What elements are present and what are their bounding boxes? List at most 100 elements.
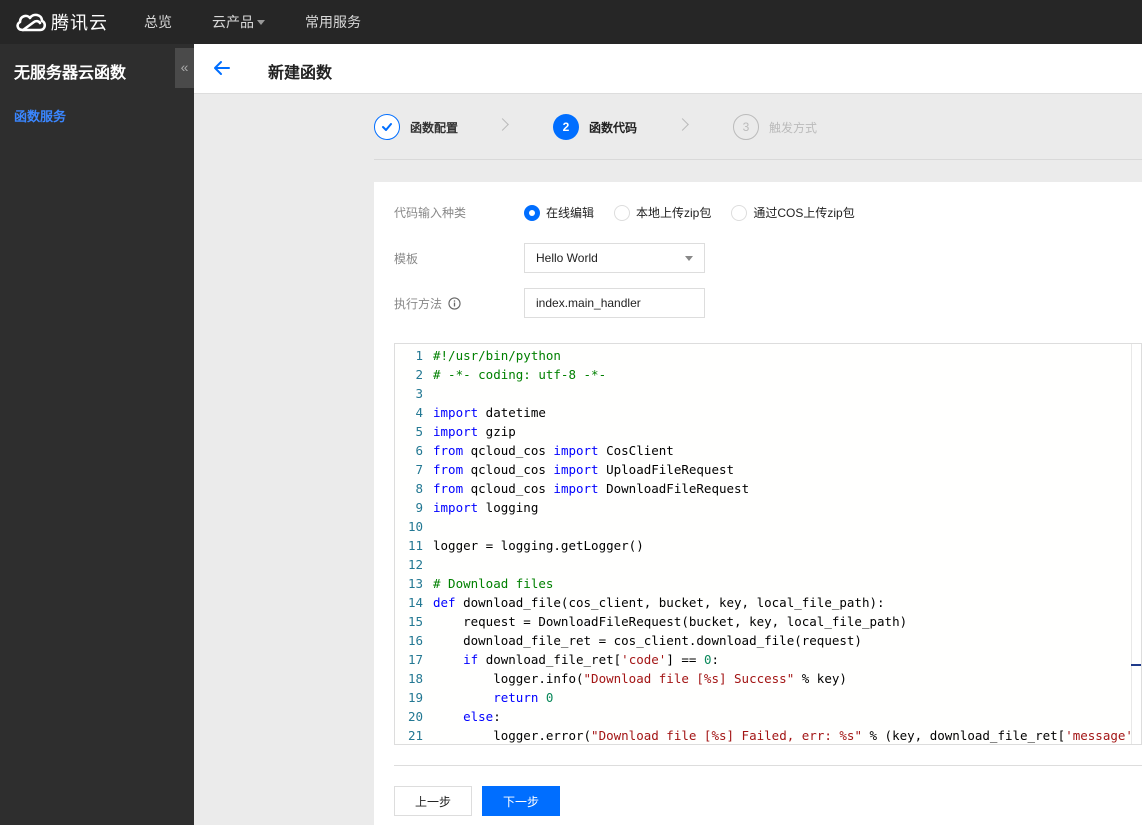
- code-line[interactable]: 15 request = DownloadFileRequest(bucket,…: [395, 612, 1135, 631]
- code-line[interactable]: 3: [395, 384, 1135, 403]
- editor-overview-ruler[interactable]: [1131, 344, 1141, 744]
- chevron-right-icon: [676, 118, 689, 131]
- caret-down-icon: [685, 255, 693, 261]
- code-line[interactable]: 9 import logging: [395, 498, 1135, 517]
- code-lines: 1 #!/usr/bin/python 2 # -*- coding: utf-8 -…: [395, 346, 1141, 744]
- nav-overview[interactable]: 总览: [144, 0, 172, 44]
- step-function-code[interactable]: 2 函数代码: [553, 114, 637, 140]
- code-token: download_file_ret = cos_client.download_…: [433, 633, 862, 648]
- code-token: "Download file [%s] Success": [583, 671, 795, 686]
- arrow-left-icon[interactable]: [212, 58, 232, 78]
- code-token: from: [433, 462, 464, 477]
- code-token: logger.error(: [433, 728, 592, 743]
- code-line[interactable]: 20 else:: [395, 707, 1135, 726]
- radio-unchecked-icon: [614, 204, 631, 221]
- code-line[interactable]: 10: [395, 517, 1135, 536]
- radio-label: 本地上传zip包: [636, 206, 712, 220]
- step-indicator: 函数配置 2 函数代码 3 触发方式: [374, 112, 1142, 160]
- step-function-config[interactable]: 函数配置: [374, 114, 458, 140]
- line-number: 14: [407, 595, 423, 610]
- code-token: :: [711, 652, 720, 667]
- nav-overview-label: 总览: [144, 14, 172, 30]
- code-line[interactable]: 19 return 0: [395, 688, 1135, 707]
- code-token: import: [433, 405, 479, 420]
- sidebar-item-function-service[interactable]: 函数服务: [14, 106, 66, 125]
- caret-down-icon: [257, 20, 265, 25]
- code-token: import: [433, 424, 479, 439]
- code-line[interactable]: 6 from qcloud_cos import CosClient: [395, 441, 1135, 460]
- line-number: 4: [415, 405, 423, 420]
- step-trigger-method[interactable]: 3 触发方式: [733, 114, 817, 140]
- code-token: qcloud_cos: [463, 443, 554, 458]
- code-token: gzip: [478, 424, 516, 439]
- code-line[interactable]: 2 # -*- coding: utf-8 -*-: [395, 365, 1135, 384]
- template-select[interactable]: Hello World: [524, 243, 705, 273]
- code-line[interactable]: 12: [395, 555, 1135, 574]
- tencent-cloud-logo[interactable]: 腾讯云: [14, 9, 130, 35]
- code-token: UploadFileRequest: [598, 462, 735, 477]
- code-text: request = DownloadFileRequest(bucket, ke…: [433, 612, 907, 631]
- top-nav: 总览 云产品 常用服务: [130, 0, 361, 44]
- radio-local-zip-upload[interactable]: 本地上传zip包: [614, 204, 711, 221]
- line-number: 18: [407, 671, 423, 686]
- code-text: logger.error("Download file [%s] Failed,…: [433, 726, 1141, 744]
- code-line[interactable]: 14 def download_file(cos_client, bucket, …: [395, 593, 1135, 612]
- radio-online-edit[interactable]: 在线编辑: [524, 204, 594, 221]
- cloud-logo-icon: [16, 13, 47, 32]
- info-icon[interactable]: [448, 296, 461, 310]
- code-line[interactable]: 16 download_file_ret = cos_client.downlo…: [395, 631, 1135, 650]
- code-input-type-radio-group: 在线编辑 本地上传zip包 通过COS上传zip包: [524, 204, 875, 221]
- code-line[interactable]: 4 import datetime: [395, 403, 1135, 422]
- radio-cos-zip-upload[interactable]: 通过COS上传zip包: [731, 204, 855, 221]
- code-line[interactable]: 17 if download_file_ret['code'] == 0:: [395, 650, 1135, 669]
- sidebar-collapse-button[interactable]: «: [175, 48, 194, 88]
- code-line[interactable]: 5 import gzip: [395, 422, 1135, 441]
- code-line[interactable]: 1 #!/usr/bin/python: [395, 346, 1135, 365]
- line-number: 2: [415, 367, 423, 382]
- page-header: 新建函数: [194, 44, 1142, 94]
- code-token: logger = logging.getLogger(): [433, 538, 644, 553]
- code-text: logger.info("Download file [%s] Success"…: [433, 669, 847, 688]
- code-token: download_file(cos_client, bucket, key, l…: [455, 595, 885, 610]
- double-chevron-left-icon: «: [180, 59, 189, 75]
- line-number: 21: [407, 728, 423, 743]
- line-number: 20: [407, 709, 423, 724]
- divider: [394, 765, 1142, 766]
- code-line[interactable]: 18 logger.info("Download file [%s] Succe…: [395, 669, 1135, 688]
- code-text: # Download files: [433, 574, 553, 593]
- logo-text: 腾讯云: [51, 13, 108, 33]
- handler-label-wrap: 执行方法: [394, 295, 524, 312]
- nav-cloud-products-label: 云产品: [212, 14, 254, 30]
- next-step-button[interactable]: 下一步: [482, 786, 560, 816]
- nav-common-services[interactable]: 常用服务: [305, 0, 361, 44]
- function-code-card: 代码输入种类 在线编辑 本地上传zip包 通过COS上传zip包 模板 Hell…: [374, 182, 1142, 825]
- code-token: from: [433, 443, 464, 458]
- handler-label: 执行方法: [394, 296, 443, 311]
- code-line[interactable]: 13 # Download files: [395, 574, 1135, 593]
- code-text: from qcloud_cos import CosClient: [433, 441, 674, 460]
- line-number: 6: [415, 443, 423, 458]
- line-number: 9: [415, 500, 423, 515]
- code-token: qcloud_cos: [463, 462, 554, 477]
- code-line[interactable]: 8 from qcloud_cos import DownloadFileRequ…: [395, 479, 1135, 498]
- code-token: # Download files: [433, 576, 554, 591]
- code-token: download_file_ret[: [478, 652, 622, 667]
- code-token: # -*- coding: utf-8 -*-: [433, 367, 607, 382]
- step-done-circle: [374, 114, 400, 140]
- template-row: 模板 Hello World: [394, 243, 705, 273]
- code-line[interactable]: 21 logger.error("Download file [%s] Fail…: [395, 726, 1141, 744]
- previous-step-button[interactable]: 上一步: [394, 786, 472, 816]
- code-text: download_file_ret = cos_client.download_…: [433, 631, 862, 650]
- template-select-value: Hello World: [536, 251, 598, 265]
- handler-input[interactable]: [524, 288, 705, 318]
- code-line[interactable]: 7 from qcloud_cos import UploadFileReques…: [395, 460, 1135, 479]
- code-editor[interactable]: 1 #!/usr/bin/python 2 # -*- coding: utf-8 -…: [394, 343, 1142, 745]
- code-line[interactable]: 11 logger = logging.getLogger(): [395, 536, 1135, 555]
- line-number: 17: [407, 652, 423, 667]
- step-label: 触发方式: [769, 120, 818, 135]
- nav-cloud-products[interactable]: 云产品: [212, 0, 265, 44]
- handler-row: 执行方法: [394, 288, 705, 318]
- code-text: import datetime: [433, 403, 546, 422]
